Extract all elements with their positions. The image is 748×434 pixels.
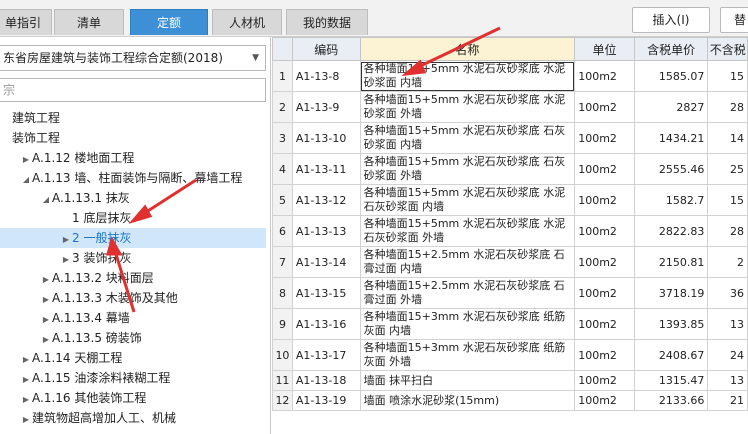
red-arrow-icon	[128, 178, 197, 224]
annotation-arrows	[106, 26, 501, 313]
red-arrow-icon	[401, 26, 501, 77]
red-arrow-icon	[106, 236, 136, 313]
